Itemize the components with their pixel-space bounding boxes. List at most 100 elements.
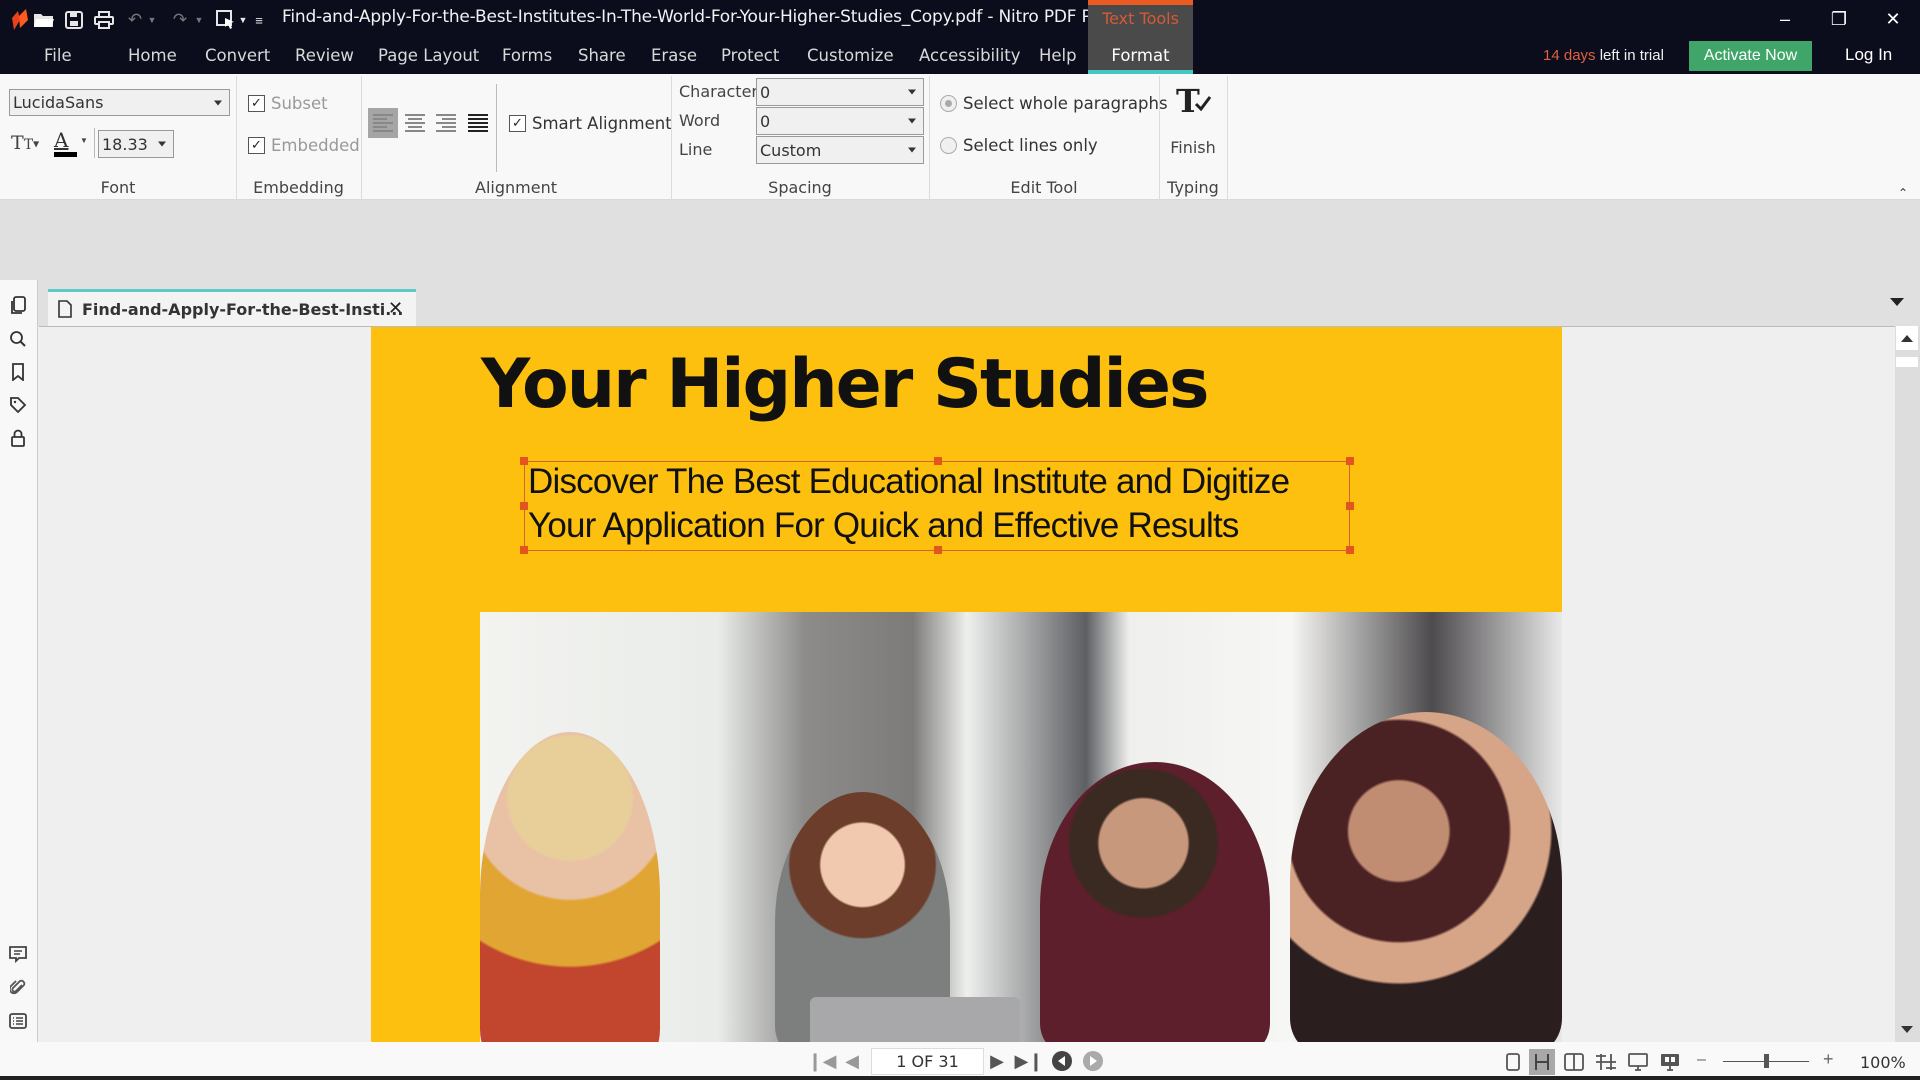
customize-qat-icon[interactable]: ≡ <box>252 8 266 32</box>
page-number-input[interactable]: 1 OF 31 <box>871 1048 984 1075</box>
save-icon[interactable] <box>62 8 86 32</box>
selected-text-line-1[interactable]: Discover The Best Educational Institute … <box>528 462 1290 502</box>
pages-icon[interactable] <box>6 294 30 318</box>
comments-icon[interactable] <box>6 942 30 966</box>
zoom-out-button[interactable]: – <box>1697 1051 1706 1069</box>
next-page-button[interactable]: ▶ <box>986 1050 1008 1072</box>
scroll-up-button[interactable] <box>1896 326 1918 350</box>
menu-share[interactable]: Share <box>578 46 626 65</box>
alignment-group-label: Alignment <box>475 178 557 197</box>
embedded-checkbox[interactable]: ✓ Embedded <box>248 136 360 155</box>
menu-convert[interactable]: Convert <box>205 46 270 65</box>
menu-file[interactable]: File <box>44 46 72 65</box>
resize-handle-bottom[interactable] <box>934 546 942 554</box>
resize-handle-left[interactable] <box>520 502 528 510</box>
resize-handle-top-right[interactable] <box>1346 457 1354 465</box>
window-title: Find-and-Apply-For-the-Best-Institutes-I… <box>282 7 1108 27</box>
menu-protect[interactable]: Protect <box>721 46 779 65</box>
scroll-thumb[interactable] <box>1896 357 1918 367</box>
full-screen-button[interactable] <box>1625 1049 1651 1075</box>
undo-icon[interactable]: ↶ <box>123 8 147 32</box>
tab-format[interactable]: Format <box>1088 46 1193 65</box>
close-button[interactable]: ✕ <box>1870 4 1916 34</box>
facing-pages-icon <box>1564 1053 1584 1071</box>
text-size-icon[interactable]: TT▼ <box>11 132 45 156</box>
bookmark-icon[interactable] <box>6 360 30 384</box>
character-spacing-select[interactable]: 0 <box>756 78 924 106</box>
selected-text-line-2[interactable]: Your Application For Quick and Effective… <box>528 506 1239 546</box>
back-view-button[interactable] <box>1050 1050 1074 1072</box>
presentation-mode-button[interactable] <box>1657 1049 1683 1075</box>
trial-suffix: left in trial <box>1595 47 1664 64</box>
attachment-icon[interactable] <box>6 976 30 1000</box>
document-viewport[interactable]: Your Higher Studies Discover The Best Ed… <box>39 326 1895 1042</box>
collapse-ribbon-icon[interactable]: ⌃ <box>1898 186 1908 200</box>
align-center-button[interactable] <box>400 108 430 138</box>
chevron-down-icon <box>908 147 916 153</box>
align-left-button[interactable] <box>368 108 398 138</box>
log-in-link[interactable]: Log In <box>1845 45 1892 65</box>
font-size-select[interactable]: 18.33 <box>98 130 174 158</box>
text-selection-box[interactable]: Discover The Best Educational Institute … <box>520 457 1354 554</box>
line-spacing-select[interactable]: Custom <box>756 136 924 164</box>
tag-icon[interactable] <box>6 393 30 417</box>
font-size-value: 18.33 <box>102 134 148 154</box>
scroll-down-button[interactable] <box>1896 1018 1918 1040</box>
activate-now-button[interactable]: Activate Now <box>1689 41 1812 71</box>
page-heading[interactable]: Your Higher Studies <box>481 345 1209 424</box>
first-page-button[interactable]: ❙◀ <box>808 1050 837 1072</box>
search-icon[interactable] <box>6 327 30 351</box>
zoom-level[interactable]: 100% <box>1860 1053 1906 1072</box>
restore-button[interactable]: ❐ <box>1816 4 1862 34</box>
menu-erase[interactable]: Erase <box>651 46 697 65</box>
font-family-select[interactable]: LucidaSans <box>9 89 230 116</box>
radio-select-lines-only[interactable]: Select lines only <box>940 136 1098 155</box>
single-page-view-button[interactable] <box>1500 1049 1526 1075</box>
redo-dropdown-icon[interactable]: ▼ <box>192 8 206 32</box>
zoom-in-button[interactable]: + <box>1823 1049 1834 1070</box>
close-tab-icon[interactable]: ✕ <box>388 298 403 319</box>
resize-handle-top-left[interactable] <box>520 457 528 465</box>
menu-home[interactable]: Home <box>128 46 177 65</box>
menu-accessibility[interactable]: Accessibility <box>919 46 1021 65</box>
document-tab[interactable]: Find-and-Apply-For-the-Best-Insti... ✕ <box>48 289 416 326</box>
font-color-button[interactable]: A ▼ <box>54 130 88 158</box>
facing-view-button[interactable] <box>1561 1049 1587 1075</box>
select-dropdown-icon[interactable]: ▼ <box>236 8 250 32</box>
finish-button[interactable]: T Finish <box>1162 80 1224 170</box>
vertical-scrollbar[interactable] <box>1895 326 1920 1042</box>
menu-customize[interactable]: Customize <box>807 46 894 65</box>
radio-select-whole-paragraphs[interactable]: Select whole paragraphs <box>940 94 1168 113</box>
subset-checkbox[interactable]: ✓ Subset <box>248 94 328 113</box>
smart-alignment-checkbox[interactable]: ✓ Smart Alignment <box>509 114 672 133</box>
menu-page-layout[interactable]: Page Layout <box>378 46 479 65</box>
facing-continuous-icon <box>1596 1054 1616 1070</box>
embedded-label: Embedded <box>271 136 360 155</box>
zoom-slider-thumb[interactable] <box>1764 1054 1769 1068</box>
menu-forms[interactable]: Forms <box>502 46 552 65</box>
resize-handle-bottom-left[interactable] <box>520 546 528 554</box>
menu-review[interactable]: Review <box>295 46 354 65</box>
resize-handle-bottom-right[interactable] <box>1346 546 1354 554</box>
undo-dropdown-icon[interactable]: ▼ <box>145 8 159 32</box>
tab-list-dropdown-icon[interactable] <box>1890 298 1904 306</box>
continuous-view-button[interactable] <box>1529 1049 1555 1075</box>
resize-handle-right[interactable] <box>1346 502 1354 510</box>
word-spacing-select[interactable]: 0 <box>756 107 924 135</box>
select-tool-icon[interactable] <box>214 8 238 32</box>
menu-help[interactable]: Help <box>1039 46 1077 65</box>
facing-continuous-view-button[interactable] <box>1593 1049 1619 1075</box>
forward-view-button[interactable] <box>1081 1050 1105 1072</box>
previous-page-button[interactable]: ◀ <box>841 1050 863 1072</box>
minimize-button[interactable]: – <box>1762 4 1808 34</box>
last-page-button[interactable]: ▶❙ <box>1015 1050 1044 1072</box>
justify-button[interactable] <box>463 108 493 138</box>
open-folder-icon[interactable] <box>32 8 56 32</box>
lock-icon[interactable] <box>6 426 30 450</box>
align-right-button[interactable] <box>431 108 461 138</box>
list-panel-icon[interactable] <box>6 1009 30 1033</box>
print-icon[interactable] <box>92 8 116 32</box>
pdf-page[interactable]: Your Higher Studies Discover The Best Ed… <box>371 327 1562 1042</box>
resize-handle-top[interactable] <box>934 457 942 465</box>
redo-icon[interactable]: ↷ <box>168 8 192 32</box>
